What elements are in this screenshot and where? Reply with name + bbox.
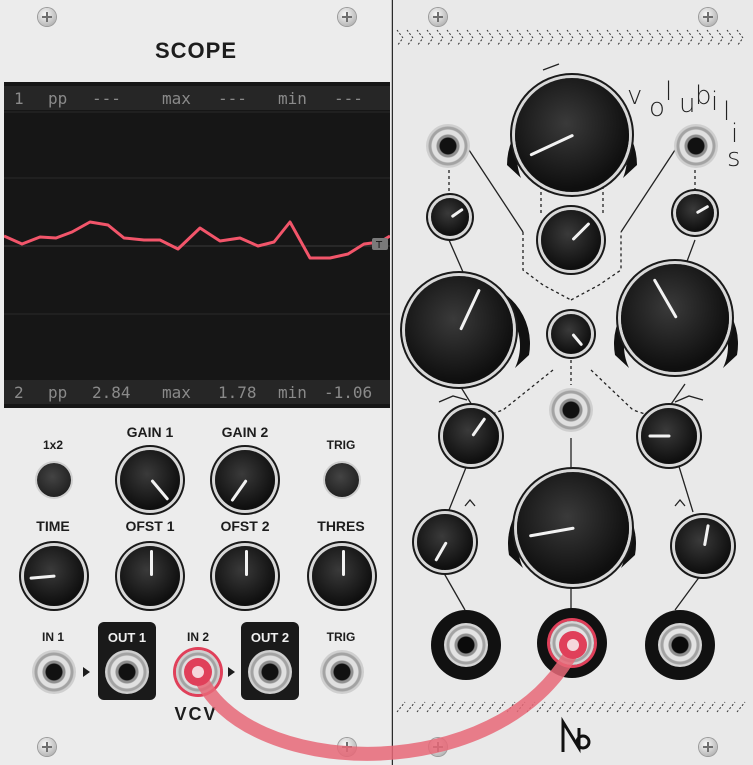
screw-icon	[338, 738, 356, 756]
channel-number: 2	[14, 383, 24, 402]
output-jack-center[interactable]	[537, 608, 607, 678]
out2-label: OUT 2	[250, 630, 290, 645]
attenuator-knob-right[interactable]	[676, 194, 714, 232]
left-mid-knob[interactable]	[443, 408, 499, 464]
max-value: 1.78	[218, 383, 257, 402]
bottom-large-knob[interactable]	[517, 472, 629, 584]
screw-icon	[38, 8, 56, 26]
trace-line	[4, 220, 390, 260]
arrow-right-icon	[228, 667, 235, 677]
module-title: SCOPE	[154, 38, 238, 63]
screw-icon	[699, 8, 717, 26]
attenuator-knob-left[interactable]	[431, 198, 469, 236]
main-knob[interactable]	[515, 78, 629, 192]
max-label: max	[162, 383, 191, 402]
channel-1-stats: 1 pp --- max --- min ---	[4, 86, 390, 110]
screw-icon	[429, 738, 447, 756]
screw-icon	[38, 738, 56, 756]
min-value: -1.06	[324, 383, 373, 402]
trig-input-jack[interactable]	[320, 650, 364, 694]
svg-text:i: i	[711, 87, 718, 117]
thres-label: THRES	[317, 518, 365, 534]
svg-text:v: v	[627, 81, 642, 111]
arrow-right-icon	[83, 667, 90, 677]
gain1-label: GAIN 1	[126, 424, 174, 440]
trig-button-label: TRIG	[326, 438, 356, 452]
time-knob[interactable]	[24, 546, 84, 606]
left-large-knob[interactable]	[405, 276, 513, 384]
right-lower-knob[interactable]	[675, 518, 731, 574]
time-label: TIME	[36, 518, 70, 534]
channel-number: 1	[14, 89, 24, 108]
pp-label: pp	[48, 89, 68, 108]
min-label: min	[278, 89, 307, 108]
min-label: min	[278, 383, 307, 402]
svg-text:i: i	[731, 119, 738, 149]
screw-icon	[699, 738, 717, 756]
mode-label: 1x2	[42, 438, 64, 452]
voltage-input-jack-left[interactable]	[426, 124, 470, 168]
ofst1-label: OFST 1	[125, 518, 175, 534]
svg-text:u: u	[679, 89, 695, 119]
gain2-knob[interactable]	[215, 450, 275, 510]
mode-button[interactable]	[37, 463, 71, 497]
svg-text:l: l	[723, 97, 730, 127]
trigger-marker: T	[375, 240, 383, 251]
out1-box: OUT 1	[98, 622, 156, 700]
ofst2-label: OFST 2	[220, 518, 270, 534]
svg-text:b: b	[695, 81, 712, 111]
volubilis-module: v o l u b i l i s	[393, 0, 753, 765]
right-large-knob[interactable]	[621, 264, 729, 372]
trigger-marker-icon	[372, 238, 388, 250]
trig-button[interactable]	[325, 463, 359, 497]
left-lower-knob[interactable]	[417, 514, 473, 570]
in2-jack[interactable]	[176, 650, 220, 694]
in2-label: IN 2	[186, 630, 209, 644]
gain2-label: GAIN 2	[221, 424, 269, 440]
svg-text:s: s	[727, 143, 741, 173]
max-value: ---	[218, 89, 247, 108]
screw-icon	[429, 8, 447, 26]
svg-text:o: o	[649, 93, 665, 123]
min-value: ---	[334, 89, 363, 108]
voltage-input-jack-right[interactable]	[674, 124, 718, 168]
pp-value: ---	[92, 89, 121, 108]
gain1-knob[interactable]	[120, 450, 180, 510]
channel-2-stats: 2 pp 2.84 max 1.78 min -1.06	[4, 380, 390, 404]
pp-label: pp	[48, 383, 68, 402]
out1-jack[interactable]	[105, 650, 149, 694]
scope-waveform: T	[4, 111, 390, 315]
center-small-knob[interactable]	[551, 314, 591, 354]
ofst1-knob[interactable]	[120, 546, 180, 606]
svg-text:l: l	[665, 77, 672, 107]
output-jack-right[interactable]	[645, 610, 715, 680]
out1-label: OUT 1	[107, 630, 147, 645]
vcv-logo: VCV	[174, 704, 218, 724]
output-jack-left[interactable]	[431, 610, 501, 680]
scope-module: SCOPE 1 pp --- max --- min --- T 2 pp 2.…	[0, 0, 392, 765]
pp-value: 2.84	[92, 383, 131, 402]
center-upper-knob[interactable]	[541, 210, 601, 270]
out2-box: OUT 2	[241, 622, 299, 700]
scope-display: 1 pp --- max --- min --- T 2 pp 2.84 max…	[4, 82, 390, 408]
brand-logo-icon	[561, 716, 591, 754]
voltage-center-jack[interactable]	[549, 388, 593, 432]
in1-jack[interactable]	[32, 650, 76, 694]
out2-jack[interactable]	[248, 650, 292, 694]
max-label: max	[162, 89, 191, 108]
trig-input-label: TRIG	[326, 630, 356, 644]
thres-knob[interactable]	[312, 546, 372, 606]
right-mid-knob[interactable]	[641, 408, 697, 464]
screw-icon	[338, 8, 356, 26]
in1-label: IN 1	[41, 630, 64, 644]
ofst2-knob[interactable]	[215, 546, 275, 606]
